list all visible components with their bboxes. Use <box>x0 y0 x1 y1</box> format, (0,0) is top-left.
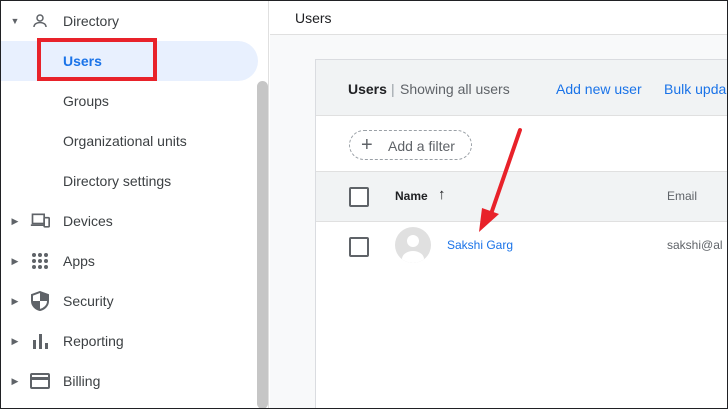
shield-icon <box>29 290 51 312</box>
sidebar-scrollbar[interactable] <box>257 81 268 408</box>
sidebar-item-security[interactable]: ▶ Security <box>1 281 268 321</box>
sidebar-item-label: Billing <box>63 373 101 389</box>
sidebar-item-groups[interactable]: Groups <box>1 81 268 121</box>
column-header-email[interactable]: Email <box>667 189 697 203</box>
add-filter-button[interactable]: + Add a filter <box>349 130 472 160</box>
caret-right-icon: ▶ <box>11 335 19 346</box>
table-header: Name ↑ Email <box>316 172 728 222</box>
card-header: Users | Showing all users Add new user B… <box>316 60 728 116</box>
sort-ascending-icon[interactable]: ↑ <box>438 186 446 203</box>
card-title: Users <box>348 81 387 97</box>
card-subtitle: Showing all users <box>400 81 510 97</box>
sidebar-item-billing[interactable]: ▶ Billing <box>1 361 268 401</box>
apps-grid-icon <box>29 250 51 272</box>
caret-right-icon: ▶ <box>11 215 19 226</box>
sidebar-item-label: Directory settings <box>63 173 172 189</box>
breadcrumb: Users <box>295 10 332 26</box>
select-all-checkbox[interactable] <box>349 187 369 207</box>
sidebar-item-apps[interactable]: ▶ Apps <box>1 241 268 281</box>
sidebar-item-directory-settings[interactable]: Directory settings <box>1 161 268 201</box>
sidebar-item-organizational-units[interactable]: Organizational units <box>1 121 268 161</box>
filter-bar: + Add a filter <box>316 116 728 172</box>
caret-right-icon: ▶ <box>11 295 19 306</box>
title-separator: | <box>391 81 395 97</box>
sidebar-item-label: Security <box>63 293 114 309</box>
sidebar-item-label: Apps <box>63 253 95 269</box>
table-row[interactable]: Sakshi Garg sakshi@al <box>316 222 728 272</box>
caret-down-icon: ▼ <box>10 16 20 26</box>
sidebar-item-label: Groups <box>63 93 109 109</box>
plus-icon: + <box>361 134 373 156</box>
highlight-box <box>37 38 157 81</box>
caret-right-icon: ▶ <box>11 375 19 386</box>
sidebar-section-directory[interactable]: ▼ Directory <box>1 1 268 41</box>
column-header-name[interactable]: Name <box>395 189 428 203</box>
main-content: Users Users | Showing all users Add new … <box>270 1 728 409</box>
person-icon <box>29 10 51 32</box>
sidebar-section-label: Directory <box>63 13 120 29</box>
credit-card-icon <box>29 370 51 392</box>
add-filter-label: Add a filter <box>388 138 455 154</box>
avatar <box>395 227 431 263</box>
sidebar-item-label: Reporting <box>63 333 124 349</box>
bulk-update-button[interactable]: Bulk upda <box>664 81 726 97</box>
user-email: sakshi@al <box>667 238 723 252</box>
user-name-link[interactable]: Sakshi Garg <box>447 238 513 252</box>
row-checkbox[interactable] <box>349 237 369 257</box>
sidebar-item-label: Devices <box>63 213 113 229</box>
sidebar-item-devices[interactable]: ▶ Devices <box>1 201 268 241</box>
caret-right-icon: ▶ <box>11 255 19 266</box>
devices-icon <box>29 210 51 232</box>
page-header: Users <box>270 1 727 35</box>
bar-chart-icon <box>29 330 51 352</box>
users-card: Users | Showing all users Add new user B… <box>315 59 728 409</box>
add-new-user-button[interactable]: Add new user <box>556 81 642 97</box>
sidebar-item-reporting[interactable]: ▶ Reporting <box>1 321 268 361</box>
sidebar-item-label: Organizational units <box>63 133 187 149</box>
